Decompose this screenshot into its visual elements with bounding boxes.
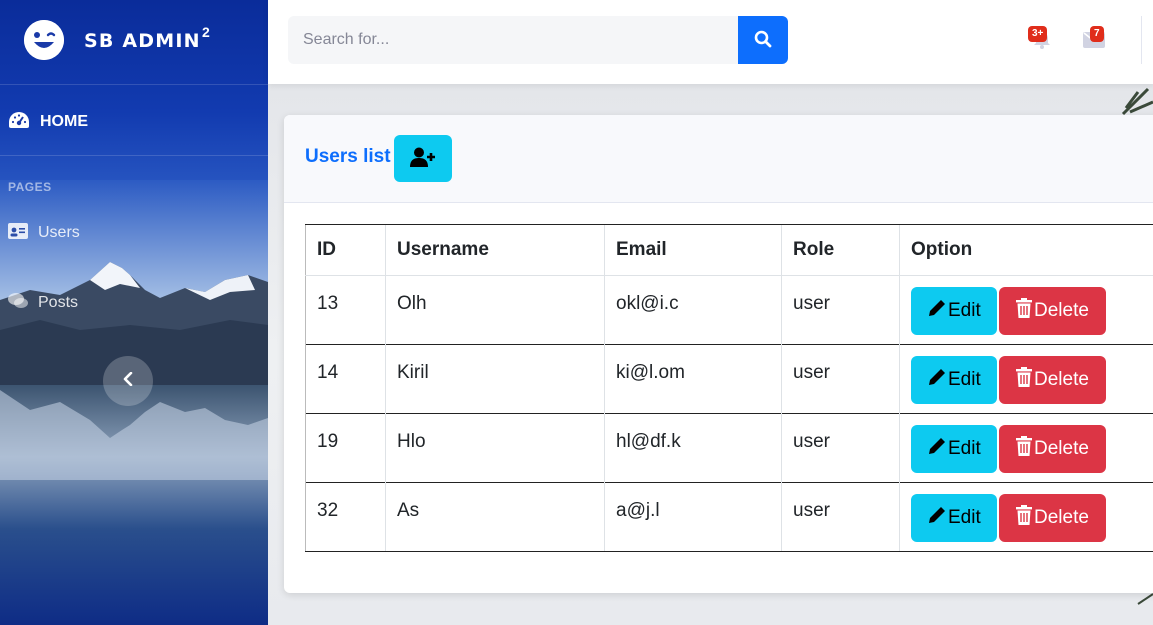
edit-button-label: Edit [948,438,981,459]
cell-username: As [385,482,605,552]
sidebar-item-users-label: Users [38,224,80,241]
brand-sup: 2 [202,24,210,40]
pencil-icon [927,505,948,531]
cell-option: Edit Delete [899,482,1153,552]
sidebar-item-home-label: HOME [40,113,88,130]
cell-id: 14 [305,344,386,414]
add-user-button[interactable] [394,135,452,182]
trash-icon [1015,436,1034,462]
brand-name: SB ADMIN [84,30,201,52]
search-input[interactable] [288,16,738,64]
sidebar-toggle-button[interactable] [103,356,153,406]
messages-count-badge: 7 [1090,26,1104,42]
cell-option: Edit Delete [899,344,1153,414]
delete-button-label: Delete [1034,507,1089,528]
topbar-divider [1141,16,1142,64]
cell-id: 32 [305,482,386,552]
table-row: 13 Olh okl@i.c user Edit Delete [305,275,1153,345]
column-header-id: ID [305,224,386,276]
card-header: Users list [284,115,1153,203]
user-plus-icon [410,147,436,170]
edit-button-label: Edit [948,507,981,528]
cell-role: user [781,413,900,483]
cell-option: Edit Delete [899,275,1153,345]
sidebar-divider [0,155,268,156]
cell-email: a@j.l [604,482,782,552]
sidebar: SB ADMIN 2 HOME PAGES Users Posts [0,0,268,625]
delete-button-label: Delete [1034,438,1089,459]
users-card: Users list ID Username Email Role Option… [284,115,1153,593]
cell-username: Kiril [385,344,605,414]
delete-button[interactable]: Delete [999,287,1106,335]
cell-username: Hlo [385,413,605,483]
cell-role: user [781,275,900,345]
sidebar-divider [0,84,268,85]
trash-icon [1015,298,1034,324]
topbar: 3+ 7 [268,0,1153,84]
table-row: 19 Hlo hl@df.k user Edit Delete [305,413,1153,483]
cell-email: hl@df.k [604,413,782,483]
edit-button-label: Edit [948,300,981,321]
pencil-icon [927,436,948,462]
column-header-username: Username [385,224,605,276]
pencil-icon [927,298,948,324]
column-header-option: Option [899,224,1153,276]
table-row: 32 As a@j.l user Edit Delete [305,482,1153,552]
cell-id: 19 [305,413,386,483]
table-header-row: ID Username Email Role Option [305,224,1153,276]
delete-button-label: Delete [1034,369,1089,390]
cell-role: user [781,482,900,552]
edit-button[interactable]: Edit [911,425,997,473]
sidebar-section-heading: PAGES [8,180,52,194]
messages-dropdown[interactable]: 7 [1083,26,1113,58]
cell-email: okl@i.c [604,275,782,345]
column-header-role: Role [781,224,900,276]
edit-button-label: Edit [948,369,981,390]
edit-button[interactable]: Edit [911,494,997,542]
tachometer-icon [8,111,30,134]
delete-button[interactable]: Delete [999,494,1106,542]
card-title: Users list [305,146,391,167]
search-icon [754,30,772,51]
column-header-email: Email [604,224,782,276]
delete-button-label: Delete [1034,300,1089,321]
sidebar-item-users[interactable]: Users [8,221,80,245]
users-table: ID Username Email Role Option 13 Olh okl… [305,224,1153,552]
cell-role: user [781,344,900,414]
cell-email: ki@l.om [604,344,782,414]
alerts-count-badge: 3+ [1028,26,1048,42]
sidebar-item-home[interactable]: HOME [8,108,88,136]
id-card-icon [8,222,28,244]
trash-icon [1015,367,1034,393]
sidebar-item-posts[interactable]: Posts [8,291,78,315]
delete-button[interactable]: Delete [999,425,1106,473]
comments-icon [8,292,28,315]
table-row: 14 Kiril ki@l.om user Edit Delete [305,344,1153,414]
pencil-icon [927,367,948,393]
search-form [288,16,788,64]
cell-username: Olh [385,275,605,345]
alerts-dropdown[interactable]: 3+ [1028,26,1060,58]
edit-button[interactable]: Edit [911,287,997,335]
trash-icon [1015,505,1034,531]
sidebar-item-posts-label: Posts [38,294,79,311]
cell-option: Edit Delete [899,413,1153,483]
delete-button[interactable]: Delete [999,356,1106,404]
cell-id: 13 [305,275,386,345]
laugh-wink-icon [24,20,64,60]
edit-button[interactable]: Edit [911,356,997,404]
chevron-left-icon [122,371,134,391]
search-button[interactable] [738,16,788,64]
brand[interactable]: SB ADMIN 2 [0,0,268,84]
